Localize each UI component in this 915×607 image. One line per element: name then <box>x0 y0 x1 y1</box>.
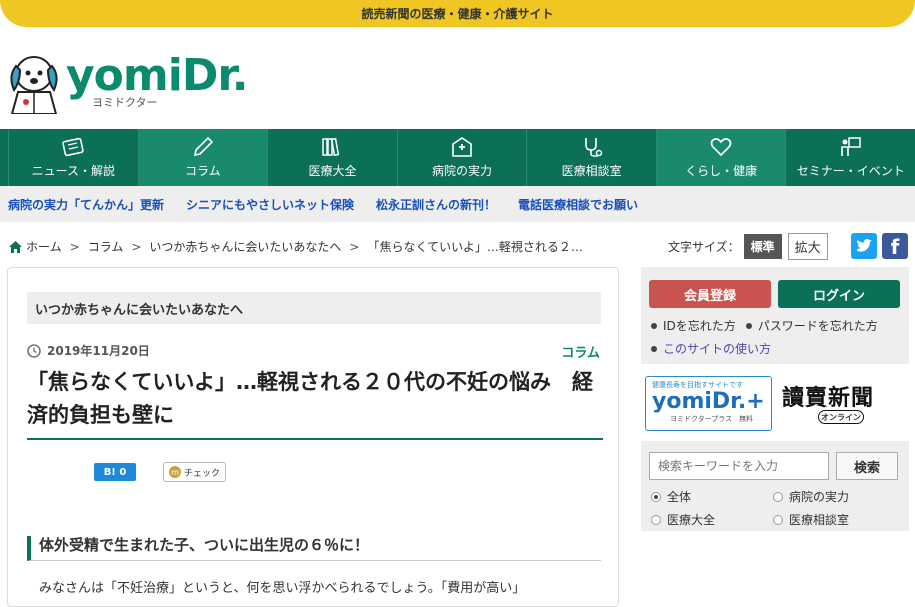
radio-icon <box>773 491 783 502</box>
sub-navigation: 病院の実力「てんかん」更新 シニアにもやさしいネット保険 松永正訓さんの新刊！ … <box>0 186 915 222</box>
breadcrumb-separator: > <box>131 239 142 254</box>
nav-lifestyle[interactable]: くらし・健康 <box>656 129 787 186</box>
yomidr-plus-banner[interactable]: 健康長寿を目指すサイトです yomiDr.+ ヨミドクタープラス 無料 <box>645 376 772 431</box>
doctor-dog-icon <box>10 56 58 114</box>
breadcrumb-separator: > <box>69 239 80 254</box>
search-scope-all[interactable]: 全体 <box>651 488 773 505</box>
radio-label: 全体 <box>667 490 692 504</box>
hospital-icon <box>452 137 472 157</box>
forgot-password-link[interactable]: パスワードを忘れた方 <box>758 317 878 334</box>
forgot-id-link[interactable]: IDを忘れた方 <box>663 317 736 334</box>
radio-label: 医療大全 <box>667 513 716 527</box>
nav-label: ニュース・解説 <box>31 164 115 178</box>
clock-icon <box>27 343 41 358</box>
font-size-large-button[interactable]: 拡大 <box>787 233 828 260</box>
howto-row: このサイトの使い方 <box>651 340 878 357</box>
subnav-link[interactable]: 電話医療相談でお願い <box>518 196 638 213</box>
facebook-share-button[interactable]: f <box>882 233 908 259</box>
site-logo[interactable]: yomiDr. ヨミドクター <box>4 50 249 114</box>
nav-seminar[interactable]: セミナー・イベント <box>786 129 915 186</box>
article-title: 「焦らなくていいよ」…軽視される２０代の不妊の悩み 経済的負担も壁に <box>27 366 603 440</box>
breadcrumb-current: 「焦らなくていいよ」…軽視される２… <box>367 240 583 254</box>
nav-news[interactable]: ニュース・解説 <box>8 129 139 186</box>
heart-icon <box>710 138 732 157</box>
subnav-link[interactable]: 病院の実力「てんかん」更新 <box>8 196 164 213</box>
font-size-standard-button[interactable]: 標準 <box>743 234 782 259</box>
radio-label: 医療相談室 <box>789 513 850 527</box>
nav-encyclopedia[interactable]: 医療大全 <box>268 129 398 186</box>
twitter-icon <box>857 239 872 252</box>
article-date-text: 2019年11月20日 <box>47 344 150 358</box>
nav-consult[interactable]: 医療相談室 <box>527 129 657 186</box>
search-scope-encyclopedia[interactable]: 医療大全 <box>651 511 773 528</box>
member-panel: 会員登録 ログイン IDを忘れた方 パスワードを忘れた方 このサイトの使い方 <box>641 267 909 364</box>
breadcrumb-home[interactable]: ホーム <box>26 238 62 255</box>
breadcrumb-item[interactable]: コラム <box>88 238 124 255</box>
site-tagline: 読売新聞の医療・健康・介護サイト <box>361 7 554 21</box>
article-date: 2019年11月20日 <box>27 342 150 359</box>
section-heading: 体外受精で生まれた子、ついに出生児の６％に！ <box>27 536 601 561</box>
bullet-icon <box>651 322 657 329</box>
nav-label: セミナー・イベント <box>796 164 905 178</box>
yomiuri-banner[interactable]: 讀賣新聞 <box>782 380 874 412</box>
font-size-control: 文字サイズ： 標準 拡大 <box>668 233 828 260</box>
bullet-icon <box>745 322 752 329</box>
stethoscope-icon <box>584 138 602 157</box>
pencil-icon <box>193 136 213 157</box>
forgot-links-row: IDを忘れた方 パスワードを忘れた方 <box>651 317 878 334</box>
newspaper-icon <box>62 137 84 157</box>
breadcrumb-item[interactable]: いつか赤ちゃんに会いたいあなたへ <box>149 238 341 255</box>
search-input[interactable] <box>649 452 829 480</box>
hatena-bookmark-button[interactable]: B! 0 <box>94 463 136 481</box>
article-card: いつか赤ちゃんに会いたいあなたへ 2019年11月20日 コラム 「焦らなくてい… <box>7 267 619 607</box>
font-size-label: 文字サイズ： <box>668 240 740 254</box>
mixi-check-label: チェック <box>183 468 220 479</box>
article-category[interactable]: コラム <box>561 342 600 361</box>
breadcrumb-separator: > <box>349 239 360 254</box>
search-panel: 検索 全体 病院の実力 医療大全 医療相談室 <box>641 441 909 531</box>
twitter-share-button[interactable] <box>851 233 877 259</box>
radio-selected-icon <box>651 491 661 502</box>
yomiuri-online-badge[interactable]: オンライン <box>818 410 864 424</box>
plus-wordmark: yomiDr.+ <box>652 389 765 414</box>
nav-label: コラム <box>185 164 221 178</box>
article-body: みなさんは「不妊治療」というと、何を思い浮かべられるでしょう。「費用が高い」 <box>39 581 526 596</box>
search-button[interactable]: 検索 <box>836 452 898 480</box>
nav-column[interactable]: コラム <box>138 129 269 186</box>
search-scope-consult[interactable]: 医療相談室 <box>773 511 901 528</box>
lecture-icon <box>840 137 861 156</box>
radio-icon <box>773 514 783 525</box>
subnav-link[interactable]: 松永正訓さんの新刊！ <box>376 196 496 213</box>
mixi-icon: m <box>168 466 181 478</box>
search-scope-hospital[interactable]: 病院の実力 <box>773 488 901 505</box>
plus-subtitle: ヨミドクタープラス 無料 <box>670 415 754 423</box>
register-button[interactable]: 会員登録 <box>649 280 771 308</box>
bullet-icon <box>651 345 657 352</box>
nav-label: くらし・健康 <box>685 164 758 178</box>
search-scope-options: 全体 病院の実力 医療大全 医療相談室 <box>651 488 901 528</box>
facebook-icon: f <box>890 235 900 259</box>
series-title[interactable]: いつか赤ちゃんに会いたいあなたへ <box>27 292 601 324</box>
nav-hospital[interactable]: 病院の実力 <box>398 129 528 186</box>
nav-label: 医療大全 <box>308 164 357 178</box>
howto-link[interactable]: このサイトの使い方 <box>663 340 771 357</box>
breadcrumb: ホーム > コラム > いつか赤ちゃんに会いたいあなたへ > 「焦らなくていいよ… <box>9 238 583 255</box>
nav-label: 医療相談室 <box>561 164 622 178</box>
radio-icon <box>651 514 661 525</box>
radio-label: 病院の実力 <box>789 490 850 504</box>
site-tagline-bar: 読売新聞の医療・健康・介護サイト <box>0 0 915 27</box>
home-icon <box>9 240 22 253</box>
login-button[interactable]: ログイン <box>778 280 900 308</box>
member-links: IDを忘れた方 パスワードを忘れた方 このサイトの使い方 <box>651 317 878 363</box>
books-icon <box>322 137 340 157</box>
main-navigation: ニュース・解説 コラム 医療大全 病院の実力 医療相談室 くらし・健康 セミナー… <box>0 129 915 186</box>
nav-label: 病院の実力 <box>432 164 493 178</box>
mixi-check-button[interactable]: m チェック <box>163 462 226 482</box>
logo-wordmark: yomiDr. <box>66 50 249 101</box>
subnav-link[interactable]: シニアにもやさしいネット保険 <box>186 196 354 213</box>
